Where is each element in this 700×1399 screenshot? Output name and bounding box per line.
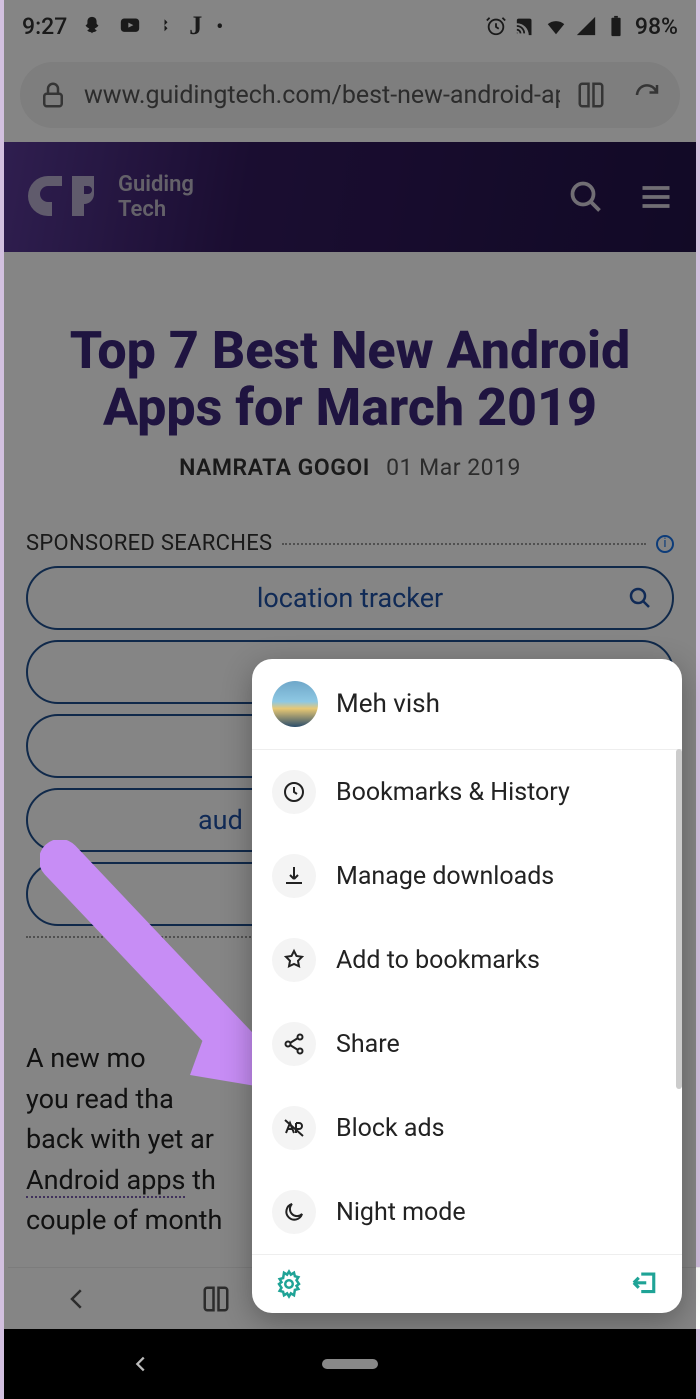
menu-item-night-mode[interactable]: Night mode (252, 1170, 682, 1254)
menu-item-downloads[interactable]: Manage downloads (252, 834, 682, 918)
system-back-icon[interactable] (130, 1353, 152, 1375)
exit-icon[interactable] (630, 1269, 660, 1299)
menu-item-add-bookmark[interactable]: Add to bookmarks (252, 918, 682, 1002)
star-plus-icon (282, 948, 306, 972)
menu-item-share[interactable]: Share (252, 1002, 682, 1086)
profile-name: Meh vish (336, 689, 440, 719)
settings-icon[interactable] (274, 1269, 304, 1299)
home-handle[interactable] (322, 1359, 378, 1369)
scrollbar[interactable] (676, 749, 682, 1089)
menu-item-block-ads[interactable]: Block ads (252, 1086, 682, 1170)
download-icon (282, 864, 306, 888)
avatar (272, 681, 318, 727)
share-icon (282, 1032, 306, 1056)
menu-footer (252, 1254, 682, 1313)
moon-icon (282, 1200, 306, 1224)
system-nav-bar (4, 1329, 696, 1399)
browser-menu: Meh vish Bookmarks & History Manage down… (252, 659, 682, 1313)
menu-item-bookmarks-history[interactable]: Bookmarks & History (252, 750, 682, 834)
menu-profile[interactable]: Meh vish (252, 659, 682, 750)
block-ads-icon (282, 1116, 306, 1140)
clock-icon (282, 780, 306, 804)
